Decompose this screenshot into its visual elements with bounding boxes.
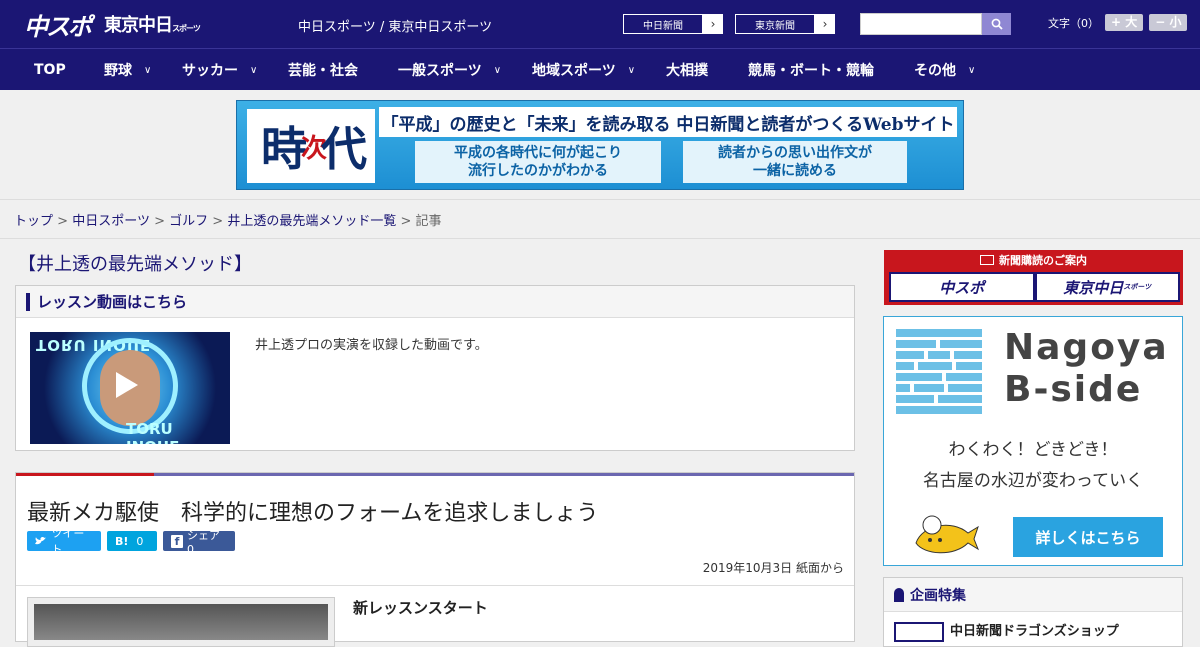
special-features-box: 企画特集 中日新聞ドラゴンズショップ xyxy=(883,577,1183,647)
jidai-logo: 時次代 xyxy=(247,109,375,183)
search-input[interactable] xyxy=(860,13,982,35)
lesson-heading: レッスン動画はこちら xyxy=(16,286,854,318)
hatena-bookmark-icon: B! xyxy=(115,534,129,548)
chuspo-logo: 中スポ xyxy=(24,12,92,41)
article-subheading: 新レッスンスタート xyxy=(353,599,488,617)
banner-sub-left: 平成の各時代に何が起こり 流行したのかがわかる xyxy=(415,141,661,183)
nav-soccer[interactable]: サッカー ∨ xyxy=(182,49,257,91)
newspaper-icon xyxy=(980,255,994,265)
banner-sub-right: 読者からの思い出作文が 一緒に読める xyxy=(683,141,907,183)
article-title: 最新メカ駆使 科学的に理想のフォームを追求しましょう xyxy=(27,501,599,526)
nav-entertainment[interactable]: 芸能・社会 xyxy=(288,49,358,91)
bside-details-button[interactable]: 詳しくはこちら xyxy=(1013,517,1163,557)
facebook-icon: f xyxy=(171,534,183,548)
facebook-share-button[interactable]: f シェア 0 xyxy=(163,529,235,556)
bside-logo-graphic xyxy=(896,329,982,414)
thumbnail-text-bottom: TORU INOUE xyxy=(126,420,179,444)
tokyo-shimbun-link[interactable]: 東京新聞 › xyxy=(734,13,836,35)
font-larger-button[interactable]: + 大 xyxy=(1105,14,1144,31)
twitter-icon xyxy=(35,536,47,545)
article-date: 2019年10月3日 紙面から xyxy=(702,561,844,575)
special-item-thumbnail[interactable] xyxy=(894,622,944,642)
site-logo[interactable]: 中スポ 東京中日スポーツ xyxy=(24,8,201,41)
subscription-caption: 新聞購読のご案内 xyxy=(885,251,1182,269)
tokyo-chunichi-subscribe-logo: 東京中日 スポーツ xyxy=(1036,274,1178,300)
video-thumbnail[interactable]: TORU INOUE TORU INOUE xyxy=(30,332,230,444)
nav-racing[interactable]: 競馬・ボート・競輪 xyxy=(748,49,874,91)
font-size-label: 文字（0） xyxy=(1048,16,1099,30)
nav-top[interactable]: TOP xyxy=(34,49,66,91)
photo-image xyxy=(34,604,328,640)
chunichi-shimbun-label: 中日新聞 xyxy=(623,14,703,34)
chevron-down-icon: ∨ xyxy=(968,64,976,76)
breadcrumb-chunichi-sports[interactable]: 中日スポーツ xyxy=(72,214,150,229)
search-button[interactable] xyxy=(982,13,1011,35)
banner-headline: 「平成」の歴史と「未来」を読み取る 中日新聞と読者がつくるWebサイト xyxy=(379,107,957,137)
lesson-description: 井上透プロの実演を収録した動画です。 xyxy=(255,338,488,353)
nav-others[interactable]: その他 ∨ xyxy=(914,49,975,91)
font-size-control: 文字（0） + 大 − 小 xyxy=(1048,14,1188,31)
top-header: 中スポ 東京中日スポーツ 中日スポーツ / 東京中日スポーツ 中日新聞 › 東京… xyxy=(0,0,1200,48)
nav-general-sports[interactable]: 一般スポーツ ∨ xyxy=(398,49,501,91)
breadcrumb-current: 記事 xyxy=(415,214,442,229)
series-title: 【井上透の最先端メソッド】 xyxy=(18,254,252,275)
fried-shrimp-mascot-icon xyxy=(915,515,980,554)
bside-message: わくわく！どきどき！ 名古屋の水辺が変わっていく xyxy=(922,440,1144,491)
chevron-down-icon: ∨ xyxy=(250,64,258,76)
lesson-video-box: レッスン動画はこちら TORU INOUE TORU INOUE 井上透プロの実… xyxy=(15,285,855,451)
subscription-banner[interactable]: 新聞購読のご案内 中スポ 東京中日 スポーツ xyxy=(884,250,1183,305)
breadcrumb: トップ > 中日スポーツ > ゴルフ > 井上透の最先端メソッド一覧 > 記事 xyxy=(14,214,442,229)
breadcrumb-top[interactable]: トップ xyxy=(14,214,53,229)
breadcrumb-golf[interactable]: ゴルフ xyxy=(169,214,208,229)
hatena-bookmark-button[interactable]: B! 0 xyxy=(107,531,157,551)
play-icon xyxy=(116,372,138,398)
article-photo[interactable] xyxy=(27,597,335,647)
search-form xyxy=(860,13,1011,35)
tweet-button[interactable]: ツイート xyxy=(27,527,101,556)
subscription-logos: 中スポ 東京中日 スポーツ xyxy=(889,272,1180,302)
font-smaller-button[interactable]: − 小 xyxy=(1149,14,1188,31)
nav-sumo[interactable]: 大相撲 xyxy=(666,49,708,91)
main-nav: TOP 野球 ∨ サッカー ∨ 芸能・社会 一般スポーツ ∨ 地域スポーツ ∨ 大相撲 … xyxy=(0,48,1200,90)
special-features-heading: 企画特集 xyxy=(884,578,1182,612)
chevron-down-icon: ∨ xyxy=(144,64,152,76)
heading-bar xyxy=(26,292,30,311)
site-names: 中日スポーツ / 東京中日スポーツ xyxy=(298,20,493,35)
ribbon-icon xyxy=(894,587,904,602)
article-divider xyxy=(16,585,854,586)
nav-local-sports[interactable]: 地域スポーツ ∨ xyxy=(532,49,635,91)
chevron-right-icon: › xyxy=(822,17,828,31)
ad-banner-area: 時次代 「平成」の歴史と「未来」を読み取る 中日新聞と読者がつくるWebサイト … xyxy=(0,90,1200,200)
chevron-down-icon: ∨ xyxy=(493,64,502,76)
chevron-right-icon: › xyxy=(710,17,716,31)
chunichi-shimbun-link[interactable]: 中日新聞 › xyxy=(622,13,724,35)
search-icon xyxy=(991,18,1003,30)
article: 最新メカ駆使 科学的に理想のフォームを追求しましょう ツイート B! 0 f シ… xyxy=(15,472,855,647)
nav-baseball[interactable]: 野球 ∨ xyxy=(104,49,151,91)
jidai-banner[interactable]: 時次代 「平成」の歴史と「未来」を読み取る 中日新聞と読者がつくるWebサイト … xyxy=(236,100,964,190)
breadcrumb-method-list[interactable]: 井上透の最先端メソッド一覧 xyxy=(227,214,396,229)
nagoya-bside-ad[interactable]: Nagoya B-side わくわく！どきどき！ 名古屋の水辺が変わっていく 詳… xyxy=(883,316,1183,566)
tokyo-shimbun-label: 東京新聞 xyxy=(735,14,815,34)
chuspo-subscribe-logo: 中スポ xyxy=(891,274,1033,300)
tokyo-chunichi-logo: 東京中日スポーツ xyxy=(104,15,201,36)
divider xyxy=(0,238,1200,239)
chevron-down-icon: ∨ xyxy=(627,64,636,76)
article-topline xyxy=(16,473,854,476)
bside-title: Nagoya B-side xyxy=(1004,327,1169,410)
